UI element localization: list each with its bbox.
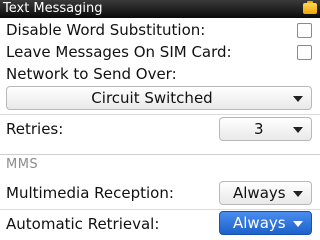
chevron-down-icon: [293, 127, 303, 133]
automatic-retrieval-label: Automatic Retrieval:: [6, 215, 160, 233]
network-label: Network to Send Over:: [6, 65, 177, 83]
battery-icon: [303, 1, 317, 14]
network-value: Circuit Switched: [91, 89, 213, 107]
chevron-down-icon: [293, 191, 303, 197]
leave-messages-on-sim-checkbox[interactable]: [297, 45, 312, 60]
multimedia-reception-value: Always: [233, 184, 286, 202]
disable-word-substitution-label: Disable Word Substitution:: [6, 21, 206, 39]
screen-title: Text Messaging: [3, 1, 103, 16]
title-bar: Text Messaging: [0, 0, 320, 18]
disable-word-substitution-checkbox[interactable]: [297, 23, 312, 38]
leave-messages-on-sim-label: Leave Messages On SIM Card:: [6, 43, 232, 61]
chevron-down-icon: [293, 96, 303, 102]
multimedia-reception-label: Multimedia Reception:: [6, 184, 174, 202]
retries-label: Retries:: [6, 120, 64, 138]
mms-header-label: MMS: [6, 157, 39, 172]
chevron-down-icon: [293, 221, 303, 227]
divider: [0, 209, 320, 210]
divider: [0, 114, 320, 115]
network-dropdown[interactable]: Circuit Switched: [6, 86, 312, 110]
automatic-retrieval-dropdown[interactable]: Always: [219, 211, 312, 235]
retries-value: 3: [254, 120, 264, 138]
automatic-retrieval-value: Always: [233, 214, 286, 232]
mms-section-header: MMS: [0, 154, 320, 174]
multimedia-reception-dropdown[interactable]: Always: [219, 181, 312, 205]
retries-dropdown[interactable]: 3: [219, 117, 312, 141]
